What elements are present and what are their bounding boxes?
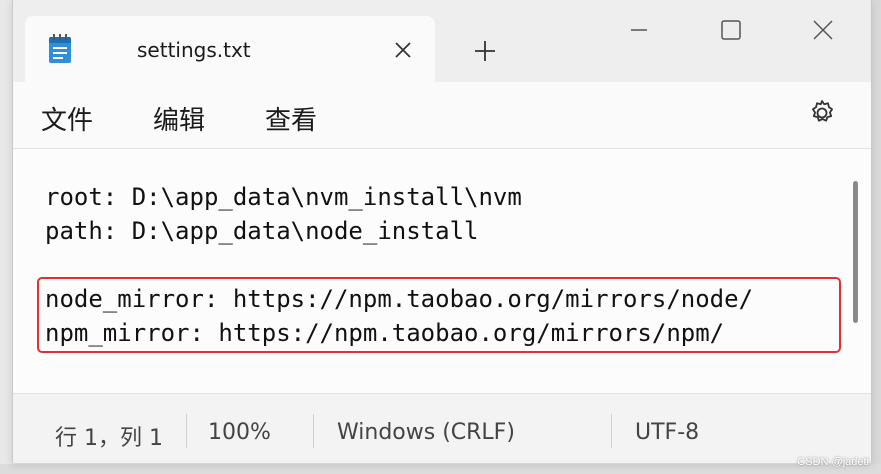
status-zoom[interactable]: 100%: [208, 420, 271, 445]
new-tab-icon[interactable]: [471, 37, 499, 65]
notepad-window: settings.txt 文件 编辑 查看 root: D:\app_data\…: [12, 0, 872, 463]
text-editor[interactable]: root: D:\app_data\nvm_install\nvm path: …: [13, 149, 871, 393]
menu-bar: 文件 编辑 查看: [13, 82, 871, 149]
maximize-icon[interactable]: [717, 16, 745, 44]
tab-settings-txt[interactable]: settings.txt: [25, 16, 435, 82]
watermark: CSDN @jadeti: [797, 456, 869, 468]
status-divider: [611, 414, 612, 448]
tab-title: settings.txt: [137, 38, 251, 62]
red-highlight-box: [37, 277, 841, 353]
editor-line-1: root: D:\app_data\nvm_install\nvm: [45, 183, 522, 211]
status-encoding[interactable]: UTF-8: [635, 420, 699, 445]
menu-edit[interactable]: 编辑: [153, 100, 205, 137]
status-divider: [313, 414, 314, 448]
editor-line-2: path: D:\app_data\node_install: [45, 217, 479, 245]
status-bar: 行 1，列 1 100% Windows (CRLF) UTF-8: [13, 393, 871, 463]
status-cursor-position: 行 1，列 1: [55, 426, 163, 451]
gear-icon[interactable]: [807, 98, 837, 128]
minimize-icon[interactable]: [625, 16, 653, 44]
status-divider: [186, 414, 187, 448]
close-window-icon[interactable]: [809, 16, 837, 44]
vertical-scrollbar[interactable]: [853, 181, 858, 323]
menu-file[interactable]: 文件: [41, 100, 93, 137]
notepad-icon: [49, 34, 71, 63]
title-bar[interactable]: settings.txt: [13, 0, 871, 82]
menu-view[interactable]: 查看: [265, 100, 317, 137]
close-tab-icon[interactable]: [389, 36, 417, 64]
status-line-ending[interactable]: Windows (CRLF): [337, 420, 515, 445]
background-taskbar-edge: [0, 464, 881, 474]
